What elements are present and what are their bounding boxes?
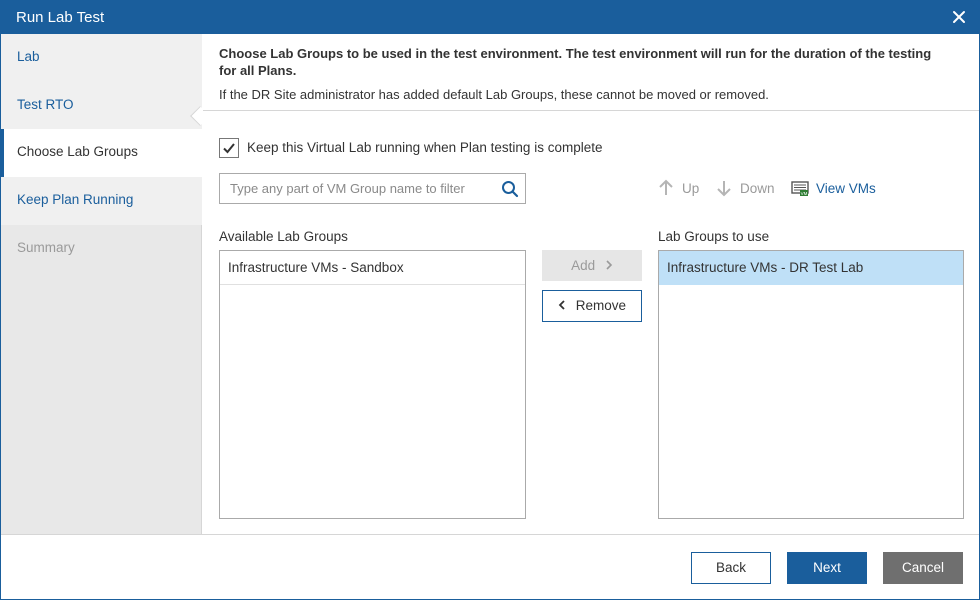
move-down-label: Down: [740, 181, 775, 196]
sidebar-item-lab[interactable]: Lab: [1, 34, 202, 82]
wizard-steps-sidebar: Lab Test RTO Choose Lab Groups Keep Plan…: [1, 34, 202, 534]
search-icon[interactable]: [501, 180, 519, 198]
close-icon[interactable]: [951, 9, 967, 25]
keep-lab-running-label: Keep this Virtual Lab running when Plan …: [247, 140, 603, 155]
back-button[interactable]: Back: [691, 552, 771, 584]
available-lab-groups-label: Available Lab Groups: [219, 229, 348, 244]
list-item[interactable]: Infrastructure VMs - DR Test Lab: [659, 251, 963, 285]
sidebar-item-label: Summary: [17, 240, 75, 255]
sidebar-item-label: Keep Plan Running: [17, 192, 134, 207]
next-button[interactable]: Next: [787, 552, 867, 584]
sidebar-item-test-rto[interactable]: Test RTO: [1, 82, 202, 130]
remove-button[interactable]: Remove: [542, 290, 642, 322]
view-vms-button[interactable]: VM View VMs: [791, 179, 881, 199]
list-item[interactable]: Infrastructure VMs - Sandbox: [220, 251, 525, 285]
run-lab-test-dialog: Run Lab Test Lab Test RTO Choose Lab Gro…: [0, 0, 980, 600]
view-vms-label: View VMs: [816, 181, 876, 196]
sidebar-item-summary: Summary: [1, 225, 202, 273]
vm-group-filter: [219, 173, 526, 204]
window-title: Run Lab Test: [16, 9, 105, 26]
move-down-button[interactable]: Down: [716, 179, 778, 199]
step-description: Choose Lab Groups to be used in the test…: [219, 46, 932, 78]
svg-text:VM: VM: [801, 191, 808, 196]
arrow-down-icon: [717, 181, 731, 197]
sidebar-item-label: Lab: [17, 49, 40, 64]
sidebar-item-label: Choose Lab Groups: [17, 144, 138, 159]
step-note: If the DR Site administrator has added d…: [219, 87, 769, 102]
remove-button-label: Remove: [575, 298, 627, 313]
checkmark-icon: [223, 143, 235, 154]
monitor-icon: VM: [791, 181, 809, 196]
sidebar-item-choose-lab-groups[interactable]: Choose Lab Groups: [1, 129, 202, 177]
lab-groups-to-use-label: Lab Groups to use: [658, 229, 770, 244]
add-button-label: Add: [571, 258, 596, 273]
arrow-up-icon: [659, 179, 673, 195]
move-up-label: Up: [682, 181, 700, 196]
chevron-left-icon: [558, 300, 565, 310]
sidebar-item-keep-plan-running[interactable]: Keep Plan Running: [1, 177, 202, 225]
title-bar: Run Lab Test: [1, 1, 979, 34]
step-header: Choose Lab Groups to be used in the test…: [203, 34, 979, 111]
wizard-footer: Back Next Cancel: [1, 534, 979, 599]
available-lab-groups-list[interactable]: Infrastructure VMs - Sandbox: [219, 250, 526, 519]
keep-lab-running-checkbox[interactable]: [219, 138, 239, 158]
add-button[interactable]: Add: [542, 250, 642, 281]
sidebar-item-label: Test RTO: [17, 97, 74, 112]
move-up-button[interactable]: Up: [658, 179, 703, 199]
chevron-right-icon: [606, 260, 613, 270]
filter-input[interactable]: [221, 175, 491, 202]
cancel-button[interactable]: Cancel: [883, 552, 963, 584]
lab-groups-to-use-list[interactable]: Infrastructure VMs - DR Test Lab: [658, 250, 964, 519]
